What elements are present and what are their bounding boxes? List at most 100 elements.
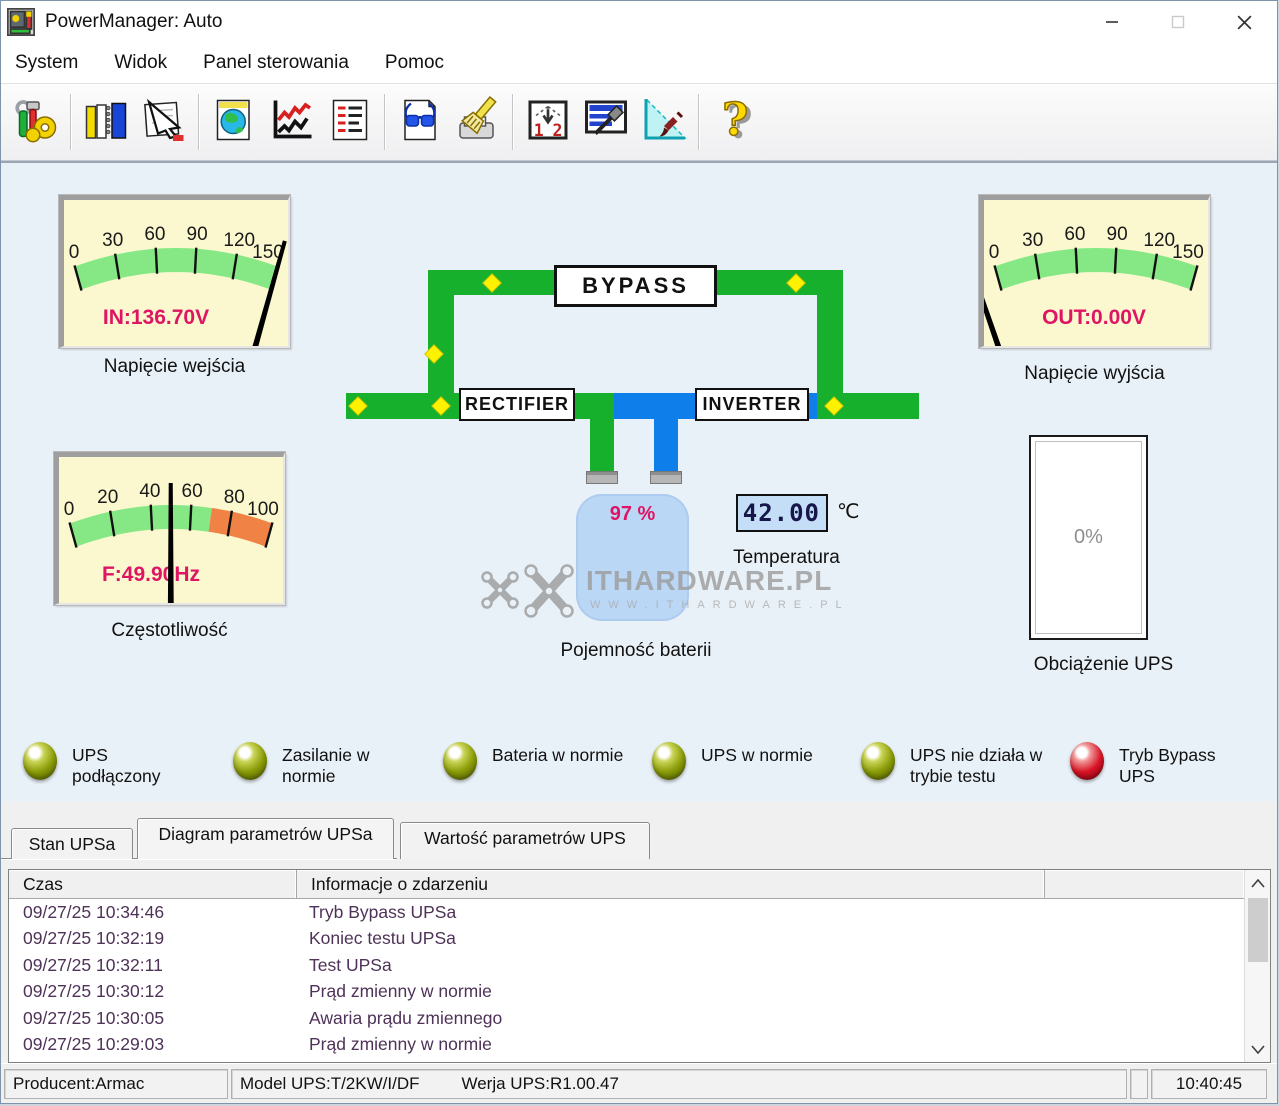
clear-log-icon	[454, 95, 502, 149]
tab-strip: Stan UPSa Diagram parametrów UPSa Wartość …	[1, 801, 1277, 861]
ups-status-pane: BYPASS RECTIFIER INVERTER 97 % Pojemność…	[1, 161, 1277, 801]
online-report-button[interactable]	[205, 89, 263, 155]
log-column-info[interactable]: Informacje o zdarzeniu	[297, 870, 1045, 898]
log-library-button[interactable]	[77, 89, 135, 155]
battery-terminal-right	[650, 471, 682, 484]
status-led-item: UPS nie działa w trybie testu	[861, 742, 1070, 787]
configure-button[interactable]	[577, 89, 635, 155]
draw-parameters-icon	[640, 96, 688, 149]
maintenance-tools-icon	[12, 96, 60, 149]
svg-text:OUT:0.00V: OUT:0.00V	[1042, 306, 1146, 329]
clear-log-button[interactable]	[449, 89, 507, 155]
log-row-time: 09/27/25 10:32:19	[23, 928, 165, 949]
battery-terminal-left	[586, 471, 618, 484]
powermanager-window: PowerManager: Auto System Widok Panel ster…	[0, 0, 1278, 1104]
minimize-button[interactable]	[1079, 1, 1145, 43]
event-list-icon	[326, 96, 374, 149]
event-log-section: Czas Informacje o zdarzeniu 09/27/25 10:…	[1, 861, 1277, 1063]
log-row-info: Prąd zmienny w normie	[309, 1034, 492, 1055]
menu-item-pomoc[interactable]: Pomoc	[385, 52, 444, 74]
status-led-icon	[443, 742, 477, 780]
temperature-unit: ℃	[837, 501, 860, 523]
status-led-icon	[23, 742, 57, 780]
status-led-label: UPS w normie	[701, 745, 813, 765]
log-row[interactable]: 09/27/25 10:32:11 Test UPSa	[9, 952, 1244, 979]
menu-item-system[interactable]: System	[15, 52, 78, 74]
svg-text:?: ?	[722, 96, 748, 144]
status-led-label: UPS nie działa w trybie testu	[910, 745, 1043, 786]
log-header-row: Czas Informacje o zdarzeniu	[9, 870, 1244, 899]
svg-text:20: 20	[97, 487, 118, 508]
log-scrollbar[interactable]	[1244, 870, 1270, 1062]
log-rows: 09/27/25 10:34:46 Tryb Bypass UPSa 09/27…	[9, 899, 1244, 1062]
status-led-icon	[233, 742, 267, 780]
status-led-item: Zasilanie w normie	[233, 742, 392, 787]
log-column-time[interactable]: Czas	[9, 870, 297, 898]
frequency-gauge: 0 20 40 60 80 100 F:49.90Hz	[54, 452, 285, 801]
online-report-icon	[210, 96, 258, 149]
svg-text:0: 0	[64, 499, 75, 520]
maximize-button[interactable]	[1145, 1, 1211, 43]
help-button[interactable]: ??	[705, 89, 763, 155]
scrollbar-thumb[interactable]	[1247, 898, 1268, 962]
help-icon: ??	[710, 92, 758, 149]
toolbar-separator	[512, 94, 514, 150]
temperature-display: 42.00	[736, 494, 828, 532]
tab-diagram-parametr-w-upsa[interactable]: Diagram parametrów UPSa	[137, 818, 394, 859]
svg-text:90: 90	[1107, 224, 1128, 245]
log-row-time: 09/27/25 10:30:12	[23, 981, 165, 1002]
clock-text: 10:40:45	[1175, 1074, 1243, 1093]
toolbar-separator	[384, 94, 386, 150]
log-row[interactable]: 09/27/25 10:34:46 Tryb Bypass UPSa	[9, 899, 1244, 926]
status-led-icon	[652, 742, 686, 780]
menu-item-panel-sterowania[interactable]: Panel sterowania	[203, 52, 349, 74]
output-voltage-label: Napięcie wyjścia	[1024, 363, 1165, 384]
log-row[interactable]: 09/27/25 10:30:12 Prąd zmienny w normie	[9, 979, 1244, 1006]
log-row-time: 09/27/25 10:32:11	[23, 954, 163, 975]
model-text: Model UPS:T/2KW/I/DF	[240, 1074, 420, 1093]
scroll-down-icon[interactable]	[1245, 1036, 1271, 1062]
log-row-time: 09/27/25 10:30:05	[23, 1007, 165, 1028]
bypass-box: BYPASS	[554, 265, 717, 307]
close-button[interactable]	[1211, 1, 1277, 43]
tab-stan-upsa[interactable]: Stan UPSa	[11, 828, 133, 859]
svg-text:150: 150	[1172, 242, 1204, 263]
event-list-button[interactable]	[321, 89, 379, 155]
send-event-icon	[140, 96, 188, 149]
view-report-button[interactable]	[391, 89, 449, 155]
rectifier-battery-pipe	[590, 419, 614, 471]
window-title: PowerManager: Auto	[45, 11, 223, 32]
scroll-up-icon[interactable]	[1245, 870, 1271, 896]
draw-parameters-button[interactable]	[635, 89, 693, 155]
maintenance-tools-button[interactable]	[7, 89, 65, 155]
svg-text:60: 60	[182, 481, 203, 502]
log-row[interactable]: 09/27/25 10:30:05 Awaria prądu zmiennego	[9, 1005, 1244, 1032]
log-row-info: Tryb Bypass UPSa	[309, 901, 457, 922]
menu-item-widok[interactable]: Widok	[114, 52, 167, 74]
schedule-button[interactable]: 12	[519, 89, 577, 155]
battery-capacity-value: 97 %	[609, 503, 656, 525]
model-panel: Model UPS:T/2KW/I/DF Werja UPS:R1.00.47	[231, 1069, 1127, 1099]
log-row-info: Prąd zmienny w normie	[309, 981, 492, 1002]
send-event-button[interactable]	[135, 89, 193, 155]
svg-text:60: 60	[144, 224, 165, 245]
menu-bar: System Widok Panel sterowania Pomoc	[1, 43, 1277, 83]
log-row[interactable]: 09/27/25 10:32:19 Koniec testu UPSa	[9, 926, 1244, 953]
svg-text:0: 0	[989, 242, 1000, 263]
log-row-info: Awaria prądu zmiennego	[309, 1007, 503, 1028]
inverter-box: INVERTER	[695, 388, 809, 421]
parameter-graph-button[interactable]	[263, 89, 321, 155]
tab-warto-parametr-w-ups[interactable]: Wartość parametrów UPS	[400, 822, 650, 859]
svg-text:2: 2	[553, 120, 563, 139]
status-led-icon	[861, 742, 895, 780]
spacer-panel	[1130, 1069, 1148, 1099]
app-icon	[7, 8, 35, 36]
version-text: Werja UPS:R1.00.47	[461, 1074, 619, 1093]
svg-text:IN:136.70V: IN:136.70V	[103, 306, 209, 329]
svg-text:0: 0	[69, 242, 80, 263]
svg-text:100: 100	[247, 499, 279, 520]
status-bar: Producent:Armac Model UPS:T/2KW/I/DF Wer…	[1, 1063, 1277, 1103]
log-row[interactable]: 09/27/25 10:29:03 Prąd zmienny w normie	[9, 1032, 1244, 1059]
schedule-icon: 12	[524, 96, 572, 149]
status-led-item: Tryb Bypass UPS	[1070, 742, 1231, 787]
